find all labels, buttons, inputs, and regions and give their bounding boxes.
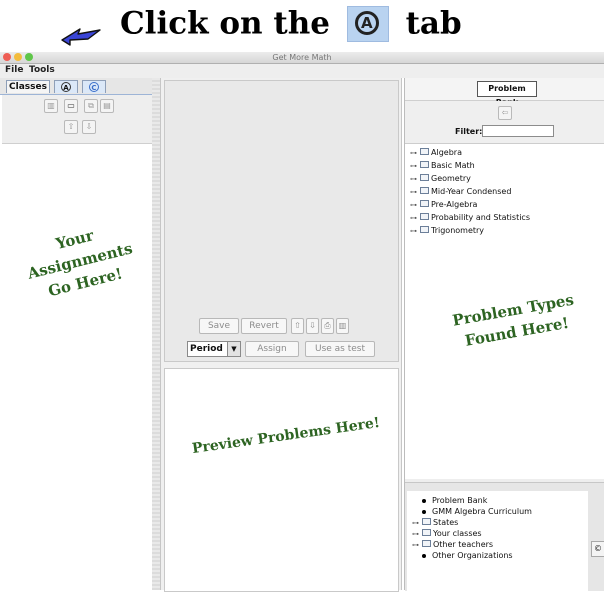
folder-icon (422, 518, 431, 525)
move-up-icon[interactable]: ⇧ (291, 318, 304, 334)
open-folder-icon[interactable]: ▭ (64, 99, 78, 113)
source-label: Other Organizations (432, 551, 513, 560)
tree-item-trigonometry[interactable]: ⊶ Trigonometry (410, 225, 484, 237)
bullet-icon (422, 498, 426, 503)
copy-icon[interactable]: ⧉ (84, 99, 98, 113)
preview-area[interactable] (164, 368, 399, 592)
circled-c-icon: C (89, 81, 99, 92)
tree-item-pre-algebra[interactable]: ⊶ Pre-Algebra (410, 199, 477, 211)
revert-button[interactable]: Revert (241, 318, 287, 334)
tree-item-basic-math[interactable]: ⊶ Basic Math (410, 160, 475, 172)
menu-bar: File Tools (0, 64, 604, 78)
paste-icon[interactable]: ▤ (100, 99, 114, 113)
circled-a-icon: A (354, 10, 379, 35)
back-arrow-icon[interactable]: ⇦ (498, 106, 512, 120)
pointer-arrow-icon (61, 28, 101, 46)
tree-item-label: Basic Math (431, 161, 475, 170)
instruction-text-after: tab (405, 5, 462, 42)
tab-classes[interactable]: Classes (6, 80, 50, 93)
expand-icon[interactable]: ⊶ (410, 173, 417, 185)
tree-item-label: Probability and Statistics (431, 213, 530, 222)
tree-item-label: Mid-Year Condensed (431, 187, 512, 196)
window-title: Get More Math (272, 53, 332, 62)
bullet-icon (422, 509, 426, 514)
assignments-tab-illustration: A (346, 5, 389, 42)
expand-icon[interactable]: ⊶ (410, 225, 417, 237)
instruction-banner: Click on the A tab (0, 0, 604, 52)
assignment-toolbar: ▥ ▭ ⧉ ▤ ⇧ ⇩ (2, 95, 152, 144)
left-pane: Classes A C ▥ ▭ ⧉ ▤ ⇧ ⇩ Your Assignments… (0, 78, 153, 590)
folder-icon (422, 529, 431, 536)
save-button[interactable]: Save (199, 318, 239, 334)
source-label: Problem Bank (432, 496, 488, 505)
folder-icon (420, 200, 429, 207)
folder-icon (420, 213, 429, 220)
print-icon[interactable]: ⎙ (321, 318, 334, 334)
assign-button[interactable]: Assign (245, 341, 299, 357)
source-label: Other teachers (433, 540, 494, 549)
source-panel: Problem Bank GMM Algebra Curriculum ⊶ Sta… (405, 482, 604, 591)
filter-label: Filter: (455, 127, 483, 136)
source-label: States (433, 518, 459, 527)
problem-bank-pane: Problem Bank ⇦ Filter: ⊶ Algebra ⊶ Basic M… (404, 78, 604, 591)
expand-icon[interactable]: ⊶ (410, 199, 417, 211)
tab-other[interactable]: C (82, 80, 106, 93)
instruction-title: Click on the A tab (120, 4, 462, 42)
move-down-icon[interactable]: ⇩ (82, 120, 96, 134)
tree-item-label: Geometry (431, 174, 471, 183)
tree-item-algebra[interactable]: ⊶ Algebra (410, 147, 462, 159)
source-other-orgs[interactable]: Other Organizations (412, 550, 513, 562)
problem-types-note: Problem Types Found Here! (432, 285, 597, 356)
source-tree: Problem Bank GMM Algebra Curriculum ⊶ Sta… (407, 491, 588, 591)
filter-input[interactable] (482, 125, 554, 137)
folder-icon (420, 174, 429, 181)
copy-to-icon[interactable]: © (591, 541, 604, 557)
tree-item-label: Pre-Algebra (431, 200, 478, 209)
left-tab-bar: Classes A C (0, 78, 152, 95)
folder-icon (420, 148, 429, 155)
delete-icon[interactable]: ▥ (44, 99, 58, 113)
tab-assignments[interactable]: A (54, 80, 78, 93)
circled-a-icon: A (61, 81, 71, 92)
problem-bank-header: Problem Bank (405, 78, 604, 107)
problem-bank-toolbar: ⇦ Filter: (405, 101, 604, 144)
menu-tools[interactable]: Tools (29, 65, 55, 75)
period-select[interactable]: Period 1 ▼ (187, 341, 241, 357)
tree-item-probability[interactable]: ⊶ Probability and Statistics (410, 212, 530, 224)
folder-icon (420, 161, 429, 168)
folder-icon (422, 540, 431, 547)
menu-file[interactable]: File (5, 65, 23, 75)
delete-icon[interactable]: ▥ (336, 318, 349, 334)
period-value: Period 1 (190, 344, 233, 354)
move-down-icon[interactable]: ⇩ (306, 318, 319, 334)
tree-item-mid-year[interactable]: ⊶ Mid-Year Condensed (410, 186, 511, 198)
pane-splitter[interactable] (152, 78, 160, 590)
expand-icon[interactable]: ⊶ (410, 160, 417, 172)
problem-bank-tree: ⊶ Algebra ⊶ Basic Math ⊶ Geometry ⊶ Mid-Year… (405, 144, 604, 479)
source-label: GMM Algebra Curriculum (432, 507, 532, 516)
folder-icon (420, 226, 429, 233)
expand-icon[interactable]: ⊶ (410, 212, 417, 224)
move-up-icon[interactable]: ⇧ (64, 120, 78, 134)
window-titlebar: Get More Math (0, 52, 604, 64)
chevron-down-icon[interactable]: ▼ (227, 342, 240, 356)
instruction-text-before: Click on the (120, 5, 330, 42)
assignments-list[interactable] (2, 144, 152, 590)
source-label: Your classes (433, 529, 482, 538)
problem-bank-title[interactable]: Problem Bank (477, 81, 537, 107)
bullet-icon (422, 553, 426, 558)
folder-icon (420, 187, 429, 194)
middle-pane: Save Revert ⇧ ⇩ ⎙ ▥ Period 1 ▼ Assign Us… (160, 78, 402, 592)
use-as-test-button[interactable]: Use as test (305, 341, 375, 357)
tree-item-label: Algebra (431, 148, 462, 157)
expand-icon[interactable]: ⊶ (410, 186, 417, 198)
tree-item-label: Trigonometry (431, 226, 485, 235)
expand-icon[interactable]: ⊶ (410, 147, 417, 159)
tree-item-geometry[interactable]: ⊶ Geometry (410, 173, 471, 185)
